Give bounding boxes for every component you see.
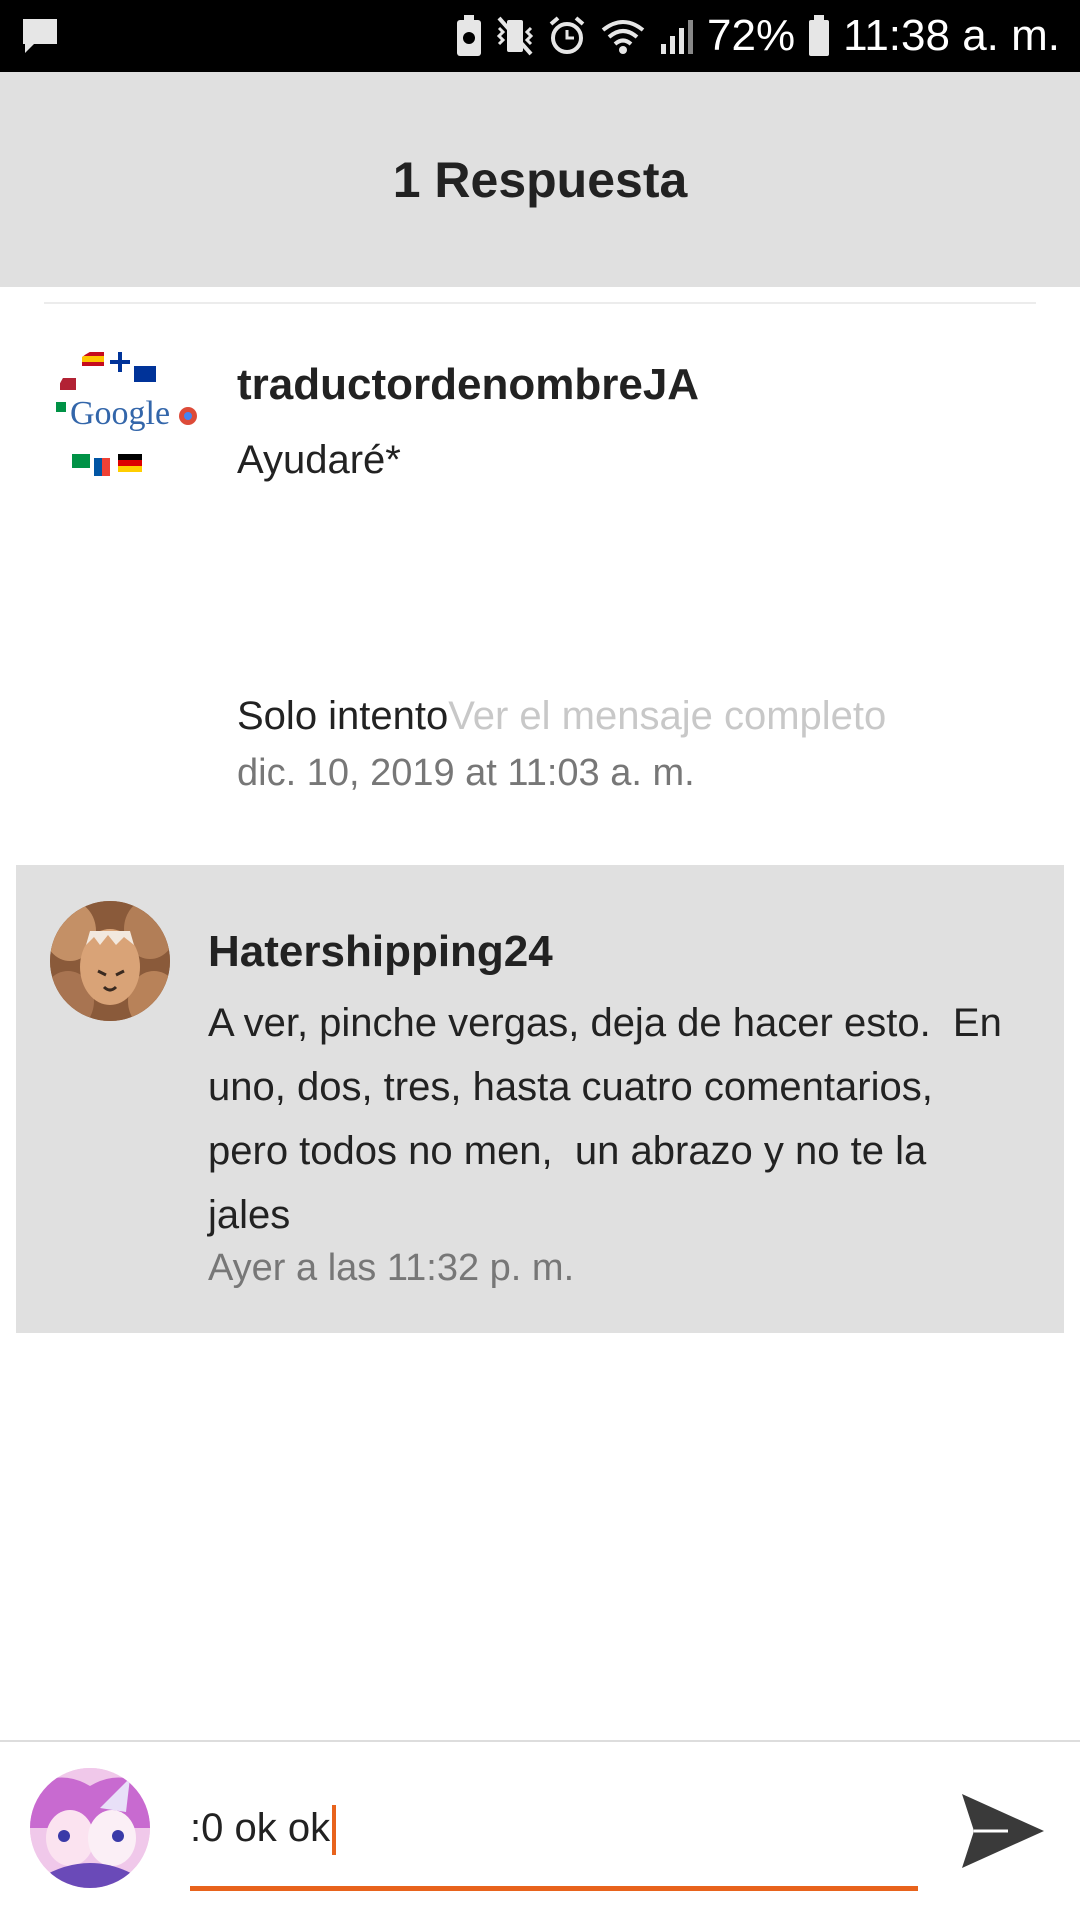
avatar[interactable] [50, 901, 170, 1021]
reply-item: Hatershipping24 A ver, pinche vergas, de… [16, 865, 1064, 1333]
reply-text-line: jales [208, 1193, 291, 1237]
battery-saver-icon [457, 15, 482, 56]
status-icons: 72% 11:38 a. m. [455, 0, 1060, 72]
comment-text: Ayudaré* [237, 438, 401, 482]
message-icon [23, 19, 57, 53]
alarm-icon [549, 16, 585, 54]
status-bar: 72% 11:38 a. m. [0, 0, 1080, 72]
reply-timestamp: Ayer a las 11:32 p. m. [208, 1247, 575, 1289]
battery-percent: 72% [707, 11, 796, 60]
divider [44, 302, 1036, 304]
anime-avatar-image [30, 1768, 150, 1888]
comment-timestamp: dic. 10, 2019 at 11:03 a. m. [237, 752, 695, 794]
reply-text: A ver, pinche vergas, deja de hacer esto… [208, 991, 1048, 1247]
reply-username[interactable]: Hatershipping24 [208, 927, 553, 977]
vibrate-icon [496, 16, 534, 56]
see-full-message-link[interactable]: Ver el mensaje completo [448, 694, 886, 738]
reply-text-line: uno, dos, tres, hasta cuatro comentarios… [208, 1065, 933, 1109]
send-icon [962, 1794, 1044, 1868]
google-translate-logo: Google [53, 343, 201, 491]
message-input[interactable]: :0 ok ok [190, 1800, 920, 1856]
reply-text-line: pero todos no men, un abrazo y no te la [208, 1129, 927, 1173]
battery-icon [809, 15, 830, 56]
comment-preview: Solo intentoVer el mensaje completo [237, 684, 886, 748]
send-button[interactable] [958, 1786, 1048, 1876]
comment-username[interactable]: traductordenombreJA [237, 360, 699, 410]
reply-text-line: A ver, pinche vergas, deja de hacer esto… [208, 1001, 1002, 1045]
text-caret [332, 1805, 337, 1856]
avatar[interactable]: Google [52, 342, 202, 492]
page-header: 1 Respuesta [0, 72, 1080, 287]
current-user-avatar[interactable] [30, 1768, 150, 1888]
input-underline [190, 1886, 918, 1891]
composer-divider [0, 1740, 1080, 1742]
status-time: 11:38 a. m. [843, 11, 1060, 60]
comment-preview-text: Solo intento [237, 694, 449, 738]
google-logo-text: Google [70, 395, 170, 432]
page-title: 1 Respuesta [392, 151, 688, 208]
message-input-value: :0 ok ok [190, 1806, 331, 1850]
egg-avatar-image [50, 901, 170, 1021]
signal-icon [661, 20, 694, 54]
wifi-icon [601, 20, 645, 54]
